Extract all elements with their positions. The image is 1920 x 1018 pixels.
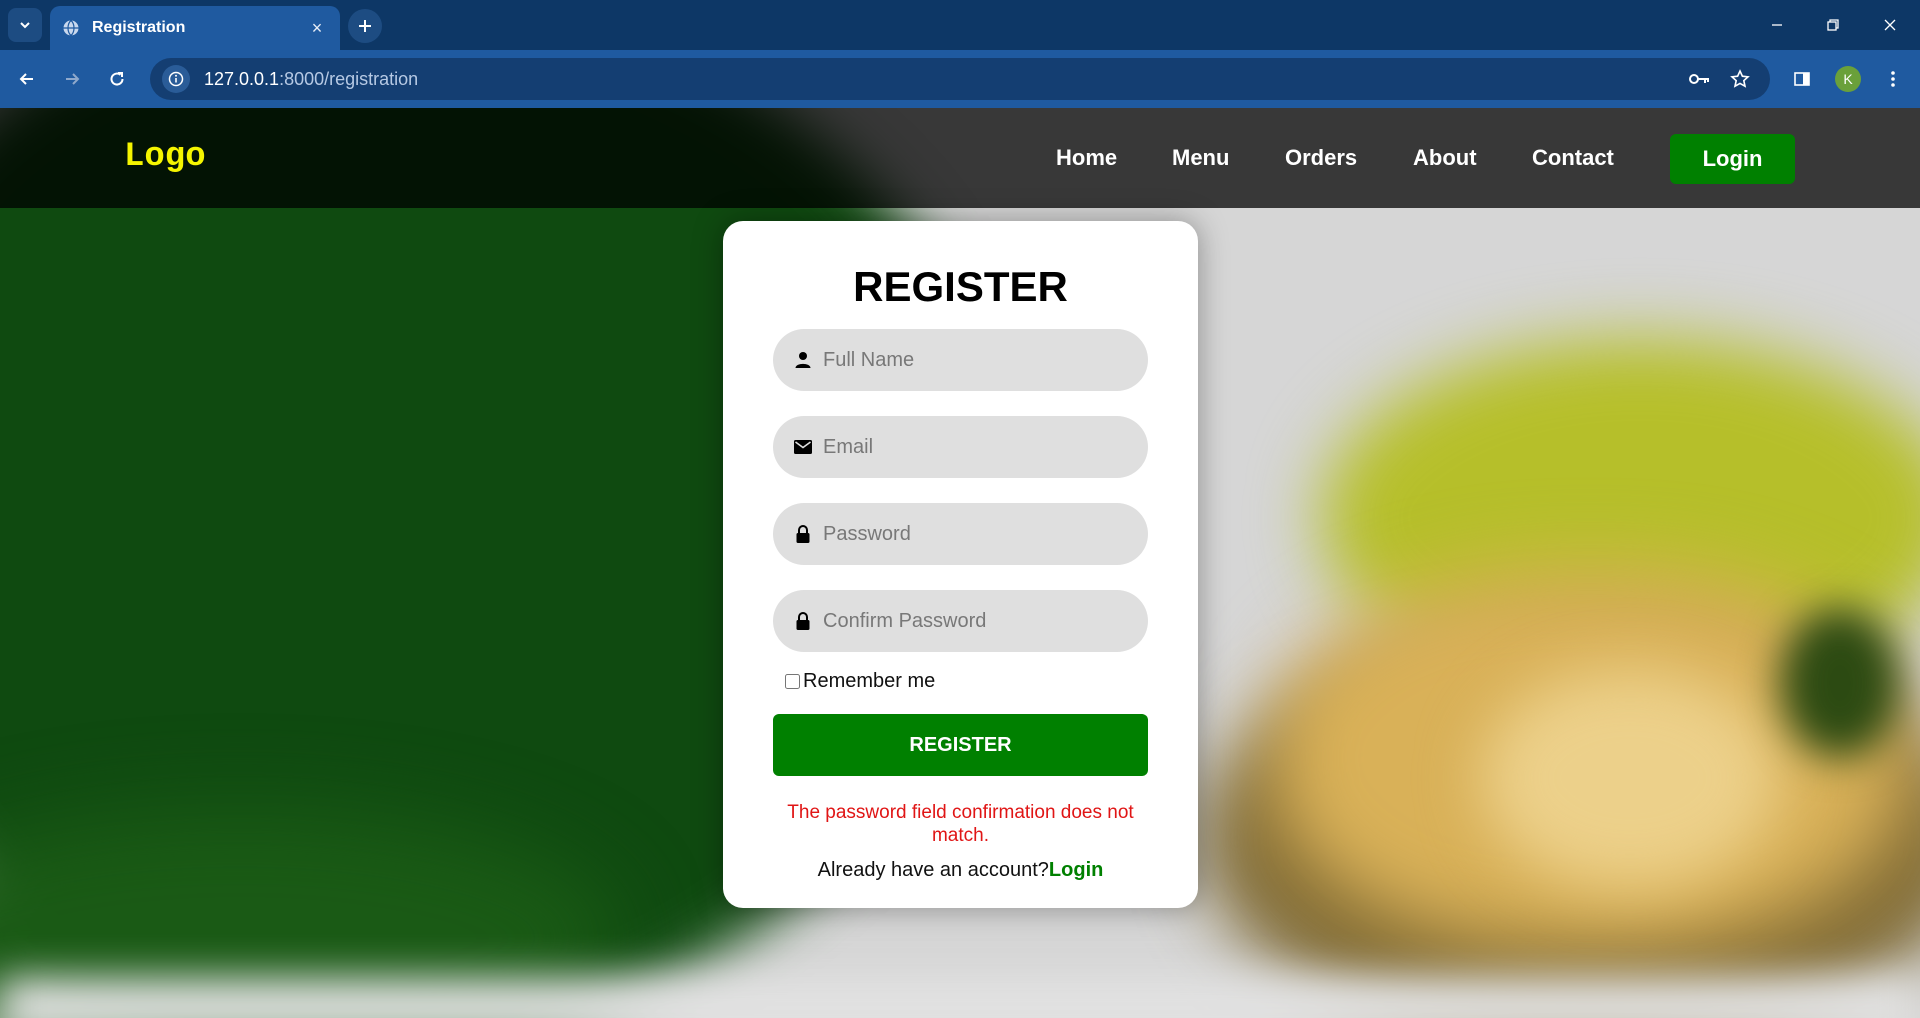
close-window-button[interactable] bbox=[1870, 10, 1910, 40]
nav-contact[interactable]: Contact bbox=[1532, 145, 1614, 171]
arrow-left-icon bbox=[19, 73, 33, 85]
lock-icon bbox=[793, 524, 813, 544]
tab-title: Registration bbox=[92, 19, 186, 36]
login-prompt-text: Already have an account? bbox=[817, 859, 1049, 881]
nav-about[interactable]: About bbox=[1413, 145, 1477, 171]
register-card: REGISTER Remember bbox=[723, 221, 1198, 908]
tab-close-button[interactable]: × bbox=[306, 18, 328, 39]
side-panel-button[interactable] bbox=[1785, 62, 1819, 96]
close-icon bbox=[1884, 19, 1896, 31]
password-manager-button[interactable] bbox=[1685, 64, 1715, 94]
reload-icon bbox=[110, 72, 124, 86]
background-blob bbox=[1780, 608, 1900, 758]
key-icon bbox=[1689, 74, 1709, 84]
nav-login-button[interactable]: Login bbox=[1670, 134, 1795, 184]
url-text: 127.0.0.1:8000/registration bbox=[204, 69, 418, 90]
address-bar[interactable]: 127.0.0.1:8000/registration bbox=[150, 58, 1770, 100]
chevron-down-icon bbox=[20, 22, 30, 29]
browser-tab-strip: Registration × bbox=[0, 0, 1920, 50]
back-button[interactable] bbox=[10, 62, 44, 96]
forward-button[interactable] bbox=[55, 62, 89, 96]
side-panel-icon bbox=[1794, 72, 1810, 86]
more-vertical-icon bbox=[1891, 71, 1895, 87]
plus-icon bbox=[359, 20, 371, 32]
browser-menu-button[interactable] bbox=[1876, 62, 1910, 96]
password-field[interactable] bbox=[773, 503, 1148, 565]
remember-me[interactable]: Remember me bbox=[785, 670, 935, 693]
background-blob bbox=[1480, 668, 1780, 888]
nav-home[interactable]: Home bbox=[1056, 145, 1117, 171]
browser-toolbar: 127.0.0.1:8000/registration K bbox=[0, 50, 1920, 108]
site-info-button[interactable] bbox=[162, 65, 190, 93]
nav-orders[interactable]: Orders bbox=[1285, 145, 1357, 171]
restore-button[interactable] bbox=[1813, 10, 1853, 40]
url-path: :8000/registration bbox=[279, 68, 419, 89]
user-icon bbox=[793, 350, 813, 370]
browser-tab[interactable]: Registration × bbox=[50, 6, 340, 50]
error-message: The password field confirmation does not… bbox=[787, 802, 1134, 846]
full-name-input[interactable] bbox=[823, 348, 1143, 372]
confirm-password-input[interactable] bbox=[823, 609, 1143, 633]
password-input[interactable] bbox=[823, 522, 1143, 546]
envelope-icon bbox=[793, 437, 813, 457]
minimize-button[interactable] bbox=[1757, 10, 1797, 40]
star-icon bbox=[1730, 69, 1750, 88]
site-navbar: Logo Home Menu Orders About Contact Logi… bbox=[0, 108, 1920, 208]
arrow-right-icon bbox=[66, 73, 80, 85]
info-icon bbox=[168, 71, 184, 87]
register-button[interactable]: REGISTER bbox=[773, 714, 1148, 776]
full-name-field[interactable] bbox=[773, 329, 1148, 391]
globe-icon bbox=[63, 20, 79, 36]
login-link[interactable]: Login bbox=[1049, 859, 1103, 881]
site-logo[interactable]: Logo bbox=[124, 138, 206, 176]
url-host: 127.0.0.1 bbox=[204, 68, 280, 89]
confirm-password-field[interactable] bbox=[773, 590, 1148, 652]
reload-button[interactable] bbox=[100, 62, 134, 96]
login-prompt: Already have an account?Login bbox=[723, 859, 1198, 882]
email-input[interactable] bbox=[823, 435, 1143, 459]
remember-me-checkbox[interactable] bbox=[785, 674, 800, 689]
tab-search-button[interactable] bbox=[8, 8, 42, 42]
lock-icon bbox=[793, 611, 813, 631]
bookmark-button[interactable] bbox=[1725, 64, 1755, 94]
nav-menu[interactable]: Menu bbox=[1172, 145, 1229, 171]
profile-avatar[interactable]: K bbox=[1835, 66, 1861, 92]
restore-icon bbox=[1827, 19, 1839, 31]
new-tab-button[interactable] bbox=[348, 9, 382, 43]
page-viewport: Logo Home Menu Orders About Contact Logi… bbox=[0, 108, 1920, 1018]
form-title: REGISTER bbox=[853, 263, 1068, 310]
email-field[interactable] bbox=[773, 416, 1148, 478]
minimize-icon bbox=[1772, 24, 1782, 26]
background-blob bbox=[0, 978, 1920, 1018]
remember-me-label: Remember me bbox=[803, 670, 936, 692]
